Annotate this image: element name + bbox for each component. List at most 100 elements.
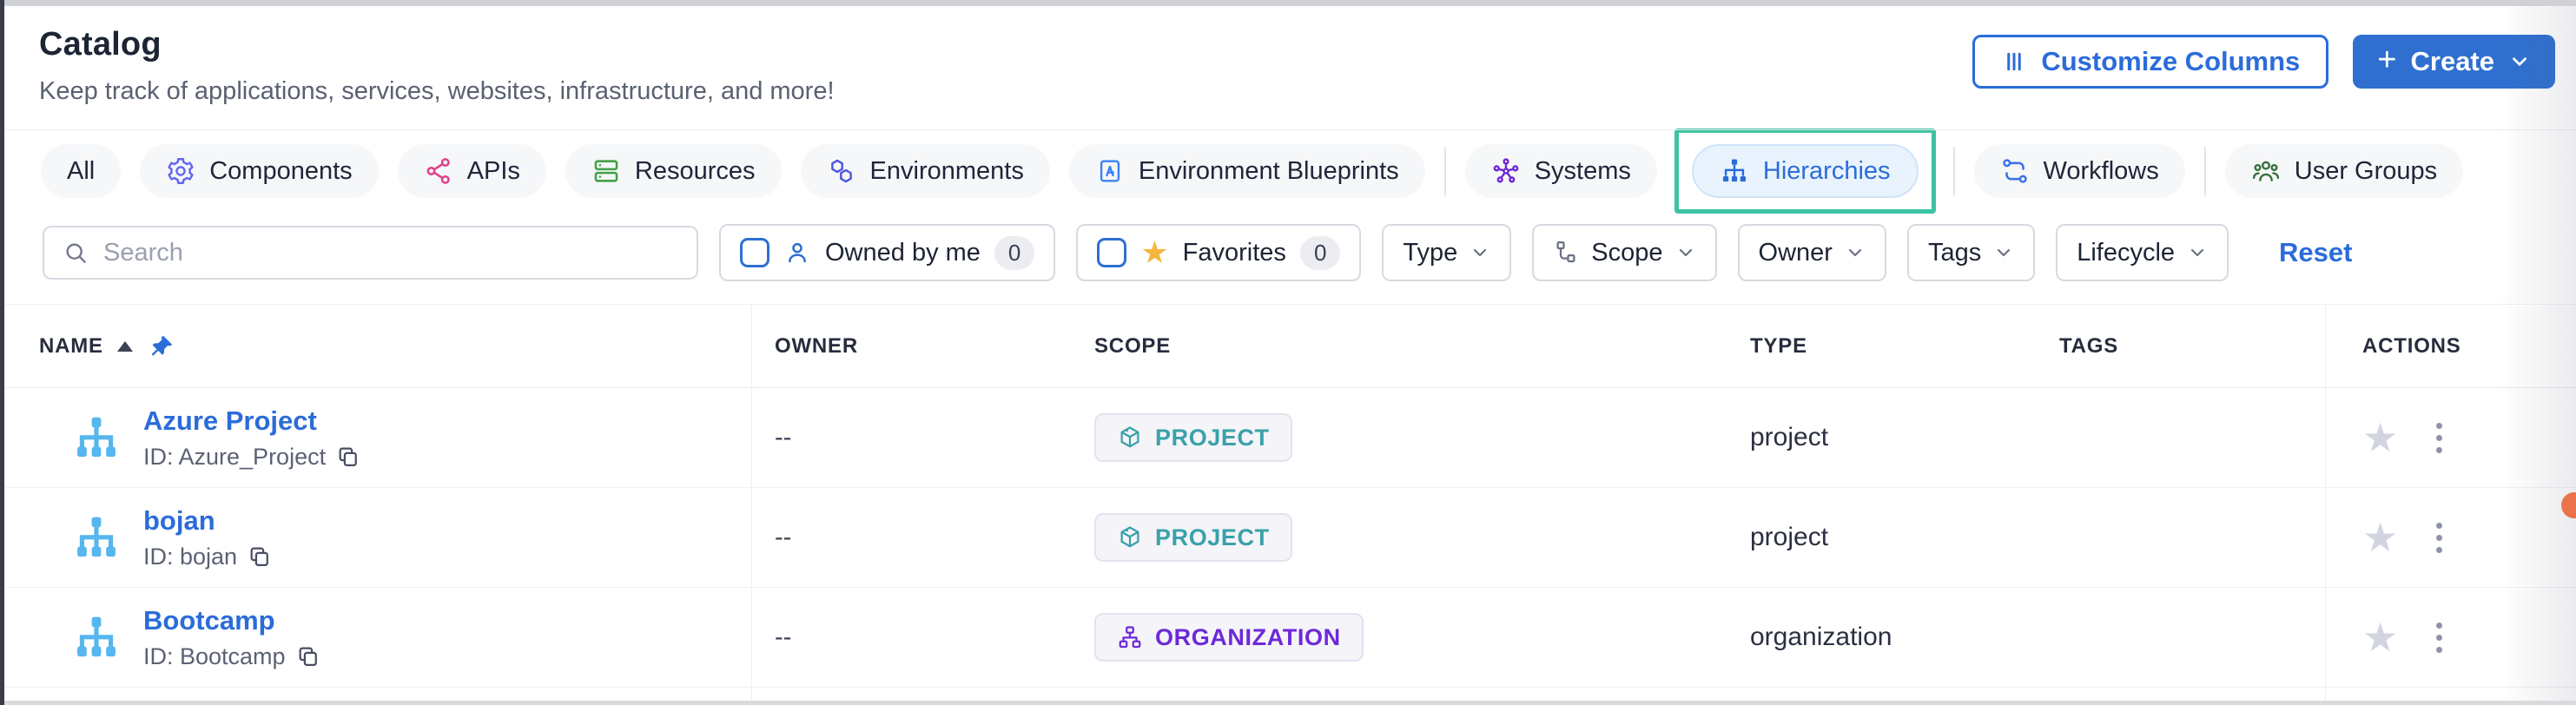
blueprint-icon [1095, 156, 1125, 186]
hierarchies-highlight-annotation: Hierarchies [1674, 128, 1936, 214]
gear-icon [166, 156, 195, 186]
table-row: Azure Project ID: Azure_Project -- PROJE… [4, 388, 2576, 488]
tab-environment-blueprints[interactable]: Environment Blueprints [1069, 144, 1425, 198]
tab-workflows[interactable]: Workflows [1974, 144, 2185, 198]
tab-user-groups[interactable]: User Groups [2225, 144, 2463, 198]
tab-hierarchies[interactable]: Hierarchies [1692, 144, 1919, 198]
table-header-row: NAME OWNER SCOPE TYPE TAGS ACTIONS [4, 305, 2576, 388]
chevron-down-icon [1845, 242, 1866, 263]
chevron-down-icon [1675, 242, 1696, 263]
hierarchy-entity-icon [70, 613, 122, 662]
owner-filter-dropdown[interactable]: Owner [1738, 224, 1886, 281]
favorites-count: 0 [1300, 236, 1340, 270]
page-header: Catalog Keep track of applications, serv… [4, 0, 2576, 130]
chevron-down-icon [1993, 242, 2014, 263]
favorite-star-button[interactable]: ★ [2362, 418, 2398, 458]
tab-divider [1444, 147, 1446, 195]
filter-toolbar: Owned by me 0 ★ Favorites 0 Type Scope O… [4, 215, 2576, 305]
server-stack-icon [591, 156, 621, 186]
pin-icon[interactable] [149, 333, 175, 359]
favorites-checkbox[interactable] [1097, 238, 1126, 267]
scope-badge: PROJECT [1094, 513, 1292, 562]
owned-by-me-checkbox[interactable] [740, 238, 769, 267]
owned-by-me-filter[interactable]: Owned by me 0 [719, 224, 1055, 281]
search-input[interactable] [103, 239, 679, 267]
scope-tree-icon [1553, 240, 1579, 266]
hierarchy-icon [1720, 156, 1749, 186]
copy-icon[interactable] [248, 544, 272, 569]
type-filter-dropdown[interactable]: Type [1382, 224, 1511, 281]
table-row: bojan ID: bojan -- PROJECT [4, 488, 2576, 588]
org-chart-icon [1117, 624, 1143, 650]
tab-apis[interactable]: APIs [398, 144, 546, 198]
entity-id: ID: bojan [143, 544, 237, 570]
entities-table: NAME OWNER SCOPE TYPE TAGS ACTIONS Azure… [4, 305, 2576, 705]
api-nodes-icon [424, 156, 453, 186]
chevron-down-icon [2187, 242, 2208, 263]
bottom-edge-strip [4, 701, 2576, 705]
entity-name-link[interactable]: bojan [143, 505, 272, 537]
star-network-icon [1491, 156, 1521, 186]
create-button[interactable]: + Create [2353, 35, 2555, 89]
kebab-menu-icon[interactable] [2431, 418, 2447, 458]
hexagons-icon [827, 156, 856, 186]
entity-id: ID: Azure_Project [143, 444, 326, 471]
sort-ascending-icon[interactable] [117, 341, 133, 352]
entity-name-link[interactable]: Azure Project [143, 405, 360, 437]
scope-badge: PROJECT [1094, 413, 1292, 462]
columns-icon [2001, 49, 2027, 75]
tab-divider [1953, 147, 1955, 195]
copy-icon[interactable] [296, 644, 320, 669]
owner-value: -- [752, 424, 1094, 452]
customize-columns-button[interactable]: Customize Columns [1972, 35, 2328, 89]
reset-filters-link[interactable]: Reset [2279, 237, 2352, 268]
tab-systems[interactable]: Systems [1465, 144, 1657, 198]
tags-filter-dropdown[interactable]: Tags [1907, 224, 2035, 281]
search-icon [62, 239, 89, 267]
catalog-tabs: All Components APIs Resources Environmen… [4, 130, 2576, 215]
column-header-type[interactable]: TYPE [1750, 334, 2057, 359]
column-header-tags[interactable]: TAGS [2057, 334, 2325, 359]
column-header-scope[interactable]: SCOPE [1094, 334, 1750, 359]
column-header-name[interactable]: NAME [4, 305, 752, 387]
tab-components[interactable]: Components [140, 144, 378, 198]
header-actions: Customize Columns + Create [1972, 35, 2555, 89]
hierarchy-entity-icon [70, 413, 122, 462]
favorite-star-button[interactable]: ★ [2362, 517, 2398, 557]
scope-filter-dropdown[interactable]: Scope [1532, 224, 1716, 281]
customize-columns-label: Customize Columns [2041, 46, 2300, 77]
table-row: Bootcamp ID: Bootcamp -- ORGANIZATION [4, 588, 2576, 688]
type-value: organization [1750, 623, 2057, 652]
catalog-page: Catalog Keep track of applications, serv… [0, 0, 2576, 705]
kebab-menu-icon[interactable] [2431, 617, 2447, 658]
tab-all[interactable]: All [41, 144, 121, 198]
users-icon [2251, 156, 2281, 186]
chevron-down-icon [2508, 50, 2531, 73]
favorite-star-button[interactable]: ★ [2362, 617, 2398, 657]
type-value: project [1750, 523, 2057, 552]
star-icon: ★ [1140, 237, 1168, 268]
copy-icon[interactable] [336, 445, 360, 469]
owner-value: -- [752, 524, 1094, 552]
hierarchy-entity-icon [70, 513, 122, 562]
tab-environments[interactable]: Environments [801, 144, 1050, 198]
create-label: Create [2411, 46, 2495, 77]
favorites-filter[interactable]: ★ Favorites 0 [1076, 224, 1361, 281]
entity-id: ID: Bootcamp [143, 643, 286, 670]
column-header-actions: ACTIONS [2325, 305, 2576, 387]
cube-icon [1117, 524, 1143, 550]
tab-divider [2204, 147, 2206, 195]
column-header-owner[interactable]: OWNER [752, 334, 1094, 359]
lifecycle-filter-dropdown[interactable]: Lifecycle [2056, 224, 2229, 281]
scope-badge: ORGANIZATION [1094, 613, 1364, 662]
cube-icon [1117, 425, 1143, 451]
kebab-menu-icon[interactable] [2431, 517, 2447, 558]
workflow-icon [2000, 156, 2030, 186]
plus-icon: + [2377, 43, 2396, 76]
owned-by-me-count: 0 [994, 236, 1034, 270]
owner-value: -- [752, 623, 1094, 652]
top-edge-strip [4, 0, 2576, 6]
tab-resources[interactable]: Resources [565, 144, 782, 198]
search-box [43, 226, 698, 280]
entity-name-link[interactable]: Bootcamp [143, 605, 320, 636]
